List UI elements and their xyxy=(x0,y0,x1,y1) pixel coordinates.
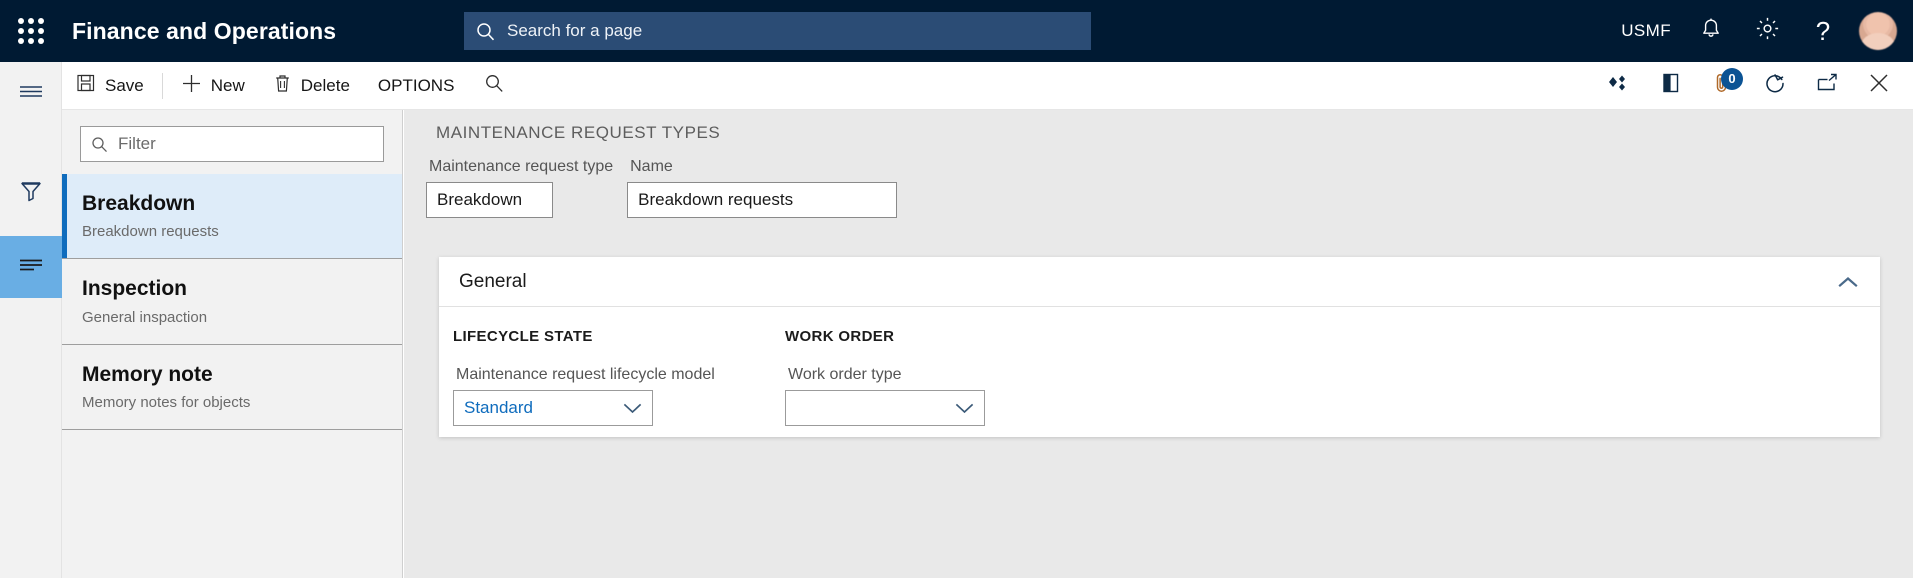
refresh-icon xyxy=(1764,72,1787,100)
header-fields-group: Maintenance request type Breakdown Name … xyxy=(426,158,911,218)
search-icon xyxy=(91,136,108,153)
name-field: Name Breakdown requests xyxy=(627,158,898,218)
search-icon xyxy=(484,73,504,98)
close-icon xyxy=(1867,71,1891,100)
global-search-input[interactable]: Search for a page xyxy=(464,12,1091,50)
application-window: Finance and Operations Search for a page… xyxy=(0,0,1913,578)
topbar-right-group: USMF ? xyxy=(1609,0,1913,62)
chevron-up-icon[interactable] xyxy=(1838,275,1858,288)
list-item-subtitle: Breakdown requests xyxy=(82,223,219,241)
maintenance-request-type-field: Maintenance request type Breakdown xyxy=(426,158,613,218)
diamond-cluster-icon xyxy=(1606,73,1632,98)
chevron-down-icon xyxy=(623,402,642,414)
pop-out-icon xyxy=(1815,72,1839,99)
app-title: Finance and Operations xyxy=(72,17,337,44)
list-panel: Filter Breakdown Breakdown requests Insp… xyxy=(62,110,403,578)
question-mark-icon: ? xyxy=(1815,16,1831,46)
list-item-title: Inspection xyxy=(82,277,188,301)
options-label: OPTIONS xyxy=(377,75,455,95)
options-menu-button[interactable]: OPTIONS xyxy=(364,62,469,109)
filter-input[interactable]: Filter xyxy=(80,126,384,162)
toolbar-divider xyxy=(161,72,163,99)
new-button[interactable]: New xyxy=(167,62,259,109)
field-label: Maintenance request type xyxy=(429,158,614,175)
trash-icon xyxy=(273,73,292,98)
group-title: WORK ORDER xyxy=(785,328,895,345)
group-title: LIFECYCLE STATE xyxy=(453,328,593,345)
app-launcher-button[interactable] xyxy=(0,0,62,62)
close-button[interactable] xyxy=(1853,62,1905,110)
list-item-subtitle: Memory notes for objects xyxy=(82,393,251,411)
list-item-title: Memory note xyxy=(82,362,213,386)
action-pane-left-group: Save New Delete OPTIONS xyxy=(62,62,520,109)
work-order-type-select[interactable] xyxy=(785,390,985,426)
funnel-filter-icon xyxy=(19,179,43,208)
navigation-menu-button[interactable] xyxy=(0,62,62,124)
open-in-new-window-button[interactable] xyxy=(1801,62,1853,110)
field-label: Maintenance request lifecycle model xyxy=(456,366,715,383)
filter-pane-button[interactable] xyxy=(0,162,62,224)
company-selector[interactable]: USMF xyxy=(1609,0,1683,62)
search-icon xyxy=(476,22,495,41)
list-item[interactable]: Memory note Memory notes for objects xyxy=(62,345,402,430)
work-order-group: WORK ORDER Work order type xyxy=(771,328,985,426)
attachments-button[interactable]: 0 xyxy=(1697,62,1749,110)
bell-icon xyxy=(1700,17,1722,46)
page-title: MAINTENANCE REQUEST TYPES xyxy=(436,123,721,142)
save-button[interactable]: Save xyxy=(62,62,158,109)
related-information-button[interactable] xyxy=(1593,62,1645,110)
maintenance-request-type-input[interactable]: Breakdown xyxy=(426,182,553,218)
settings-button[interactable] xyxy=(1739,0,1795,62)
avatar[interactable] xyxy=(1859,12,1897,50)
list-item-subtitle: General inspaction xyxy=(82,308,208,326)
toolbar-search-button[interactable] xyxy=(468,62,520,109)
select-value: Standard xyxy=(464,398,533,417)
notifications-button[interactable] xyxy=(1683,0,1739,62)
lifecycle-state-group: LIFECYCLE STATE Maintenance request life… xyxy=(439,328,771,426)
filter-container: Filter xyxy=(62,110,402,174)
general-section-header[interactable]: General xyxy=(439,257,1880,307)
save-label: Save xyxy=(105,75,144,95)
field-label: Work order type xyxy=(788,366,902,383)
list-lines-icon xyxy=(18,256,44,279)
general-section-body: LIFECYCLE STATE Maintenance request life… xyxy=(439,307,1880,426)
general-section-card: General LIFECYCLE STATE Maintenance requ… xyxy=(439,257,1880,437)
maintenance-request-lifecycle-model-select[interactable]: Standard xyxy=(453,390,653,426)
action-pane-right-group: 0 xyxy=(1593,62,1905,109)
global-search-placeholder: Search for a page xyxy=(507,21,643,40)
maintenance-request-type-list: Breakdown Breakdown requests Inspection … xyxy=(62,174,402,430)
save-disk-icon xyxy=(76,73,96,98)
attachments-count-badge: 0 xyxy=(1721,67,1743,90)
list-item[interactable]: Breakdown Breakdown requests xyxy=(62,174,402,260)
list-item[interactable]: Inspection General inspaction xyxy=(62,259,402,345)
general-section-title: General xyxy=(459,270,527,292)
delete-label: Delete xyxy=(300,75,350,95)
refresh-button[interactable] xyxy=(1749,62,1801,110)
delete-button[interactable]: Delete xyxy=(259,62,364,109)
hamburger-icon xyxy=(18,82,44,105)
help-button[interactable]: ? xyxy=(1795,0,1851,62)
list-item-title: Breakdown xyxy=(82,192,196,215)
main-content-area: MAINTENANCE REQUEST TYPES Maintenance re… xyxy=(404,110,1913,578)
top-navigation-bar: Finance and Operations Search for a page… xyxy=(0,0,1913,62)
waffle-grid-icon xyxy=(18,18,44,44)
left-icon-rail xyxy=(0,62,62,578)
plus-icon xyxy=(181,73,202,99)
name-input[interactable]: Breakdown requests xyxy=(627,182,898,218)
new-label: New xyxy=(210,75,245,95)
filter-placeholder: Filter xyxy=(118,134,156,153)
gear-icon xyxy=(1755,16,1780,46)
list-pane-button[interactable] xyxy=(0,236,62,298)
open-in-office-button[interactable] xyxy=(1645,62,1697,110)
action-pane-toolbar: Save New Delete OPTIONS 0 xyxy=(62,62,1913,110)
field-label: Name xyxy=(630,158,673,175)
chevron-down-icon xyxy=(955,402,974,414)
office-document-icon xyxy=(1660,72,1682,99)
